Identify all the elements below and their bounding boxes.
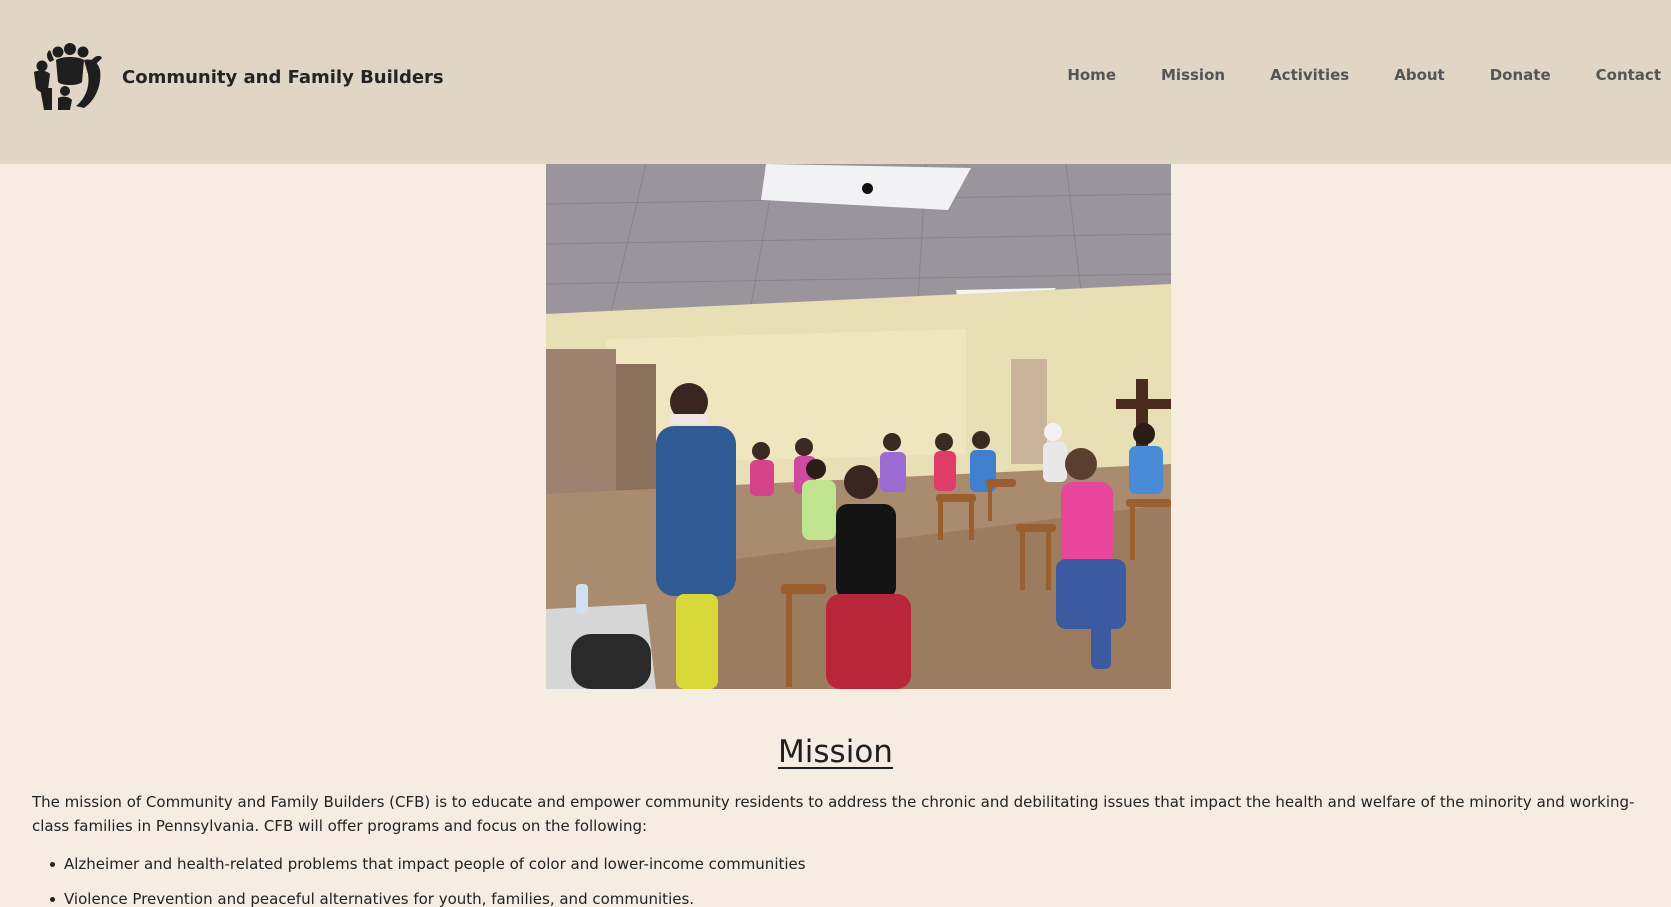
nav-mission[interactable]: Mission (1161, 66, 1225, 84)
family-group-icon (34, 43, 102, 110)
list-item-text: Alzheimer and health-related problems th… (64, 855, 806, 873)
site-header: Community and Family Builders Home Missi… (0, 0, 1671, 164)
list-item: Violence Prevention and peaceful alterna… (32, 887, 1632, 907)
list-item: Alzheimer and health-related problems th… (32, 852, 1632, 876)
hero-photo (546, 164, 1171, 689)
carousel-dot-1[interactable] (862, 183, 873, 194)
brand-home-link[interactable]: Community and Family Builders (32, 42, 444, 112)
nav-contact[interactable]: Contact (1596, 66, 1661, 84)
nav-home[interactable]: Home (1067, 66, 1116, 84)
mission-list: Alzheimer and health-related problems th… (32, 852, 1632, 907)
bullet-icon (50, 897, 55, 902)
site-name: Community and Family Builders (122, 66, 444, 88)
mission-body: The mission of Community and Family Buil… (32, 793, 1635, 835)
hero-photo-carousel (546, 164, 1171, 689)
nav-about[interactable]: About (1394, 66, 1445, 84)
bullet-icon (50, 862, 55, 867)
nav-donate[interactable]: Donate (1490, 66, 1551, 84)
nav-activities[interactable]: Activities (1270, 66, 1349, 84)
main-nav: Home Mission Activities About Donate Con… (1022, 66, 1661, 84)
list-item-text: Violence Prevention and peaceful alterna… (64, 890, 695, 907)
mission-heading: Mission (778, 734, 893, 770)
